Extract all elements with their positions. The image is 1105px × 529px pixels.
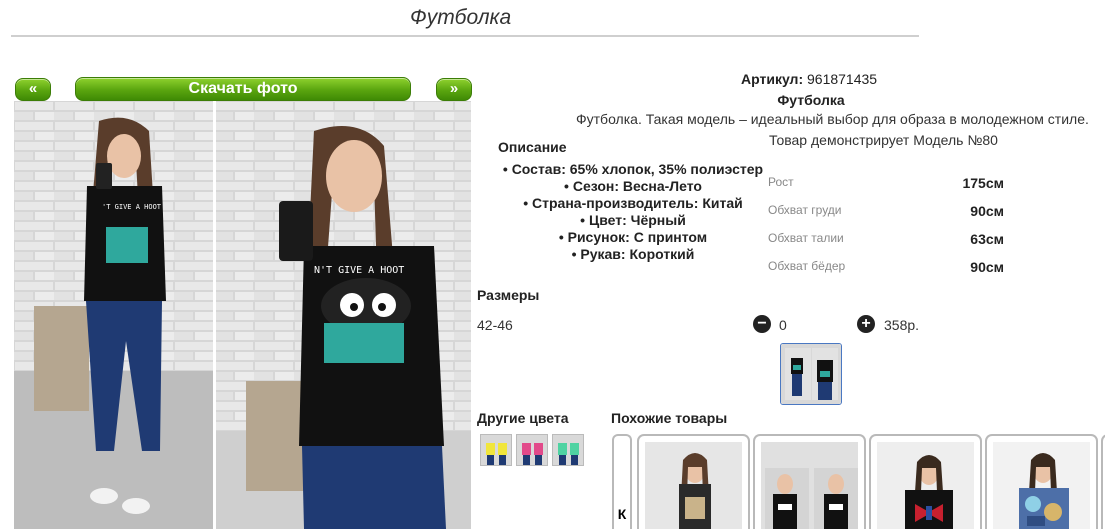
description-item: Цвет: Чёрный: [498, 212, 768, 229]
size-label: 42-46: [477, 317, 513, 333]
similar-product-card[interactable]: [869, 434, 982, 529]
page-title: Футболка: [410, 6, 512, 29]
model-note: Товар демонстрирует Модель №80: [769, 132, 998, 148]
color-swatch-yellow[interactable]: [480, 434, 512, 466]
article-value: 961871435: [807, 71, 878, 87]
measurement-value: 90см: [970, 203, 1004, 219]
measurement-value: 90см: [970, 259, 1004, 275]
tshirt-print-text-left: 'T GIVE A HOOT: [102, 203, 162, 211]
measurement-value: 63см: [970, 231, 1004, 247]
description-item: Сезон: Весна-Лето: [498, 178, 768, 195]
measurement-label: Обхват груди: [768, 203, 842, 217]
tshirt-print-text-right: N'T GIVE A HOOT: [314, 265, 404, 276]
similar-product-card[interactable]: [985, 434, 1098, 529]
measurement-chest: Обхват груди 90см: [768, 203, 1004, 223]
similar-product-card[interactable]: [753, 434, 866, 529]
other-colors-heading: Другие цвета: [477, 410, 569, 426]
next-photo-button[interactable]: »: [436, 78, 472, 101]
similar-products-heading: Похожие товары: [611, 410, 728, 426]
description-item: Состав: 65% хлопок, 35% полиэстер: [498, 161, 768, 178]
description-heading: Описание: [498, 139, 567, 155]
measurement-value: 175см: [962, 175, 1004, 191]
description-list: Состав: 65% хлопок, 35% полиэстер Сезон:…: [498, 161, 768, 263]
prev-photo-button[interactable]: «: [15, 78, 51, 101]
first-page-icon[interactable]: К: [612, 434, 632, 529]
similar-product-card-partial[interactable]: [1101, 434, 1105, 529]
color-swatch-mint[interactable]: [552, 434, 584, 466]
description-item: Страна-производитель: Китай: [498, 195, 768, 212]
product-description: Футболка. Такая модель – идеальный выбор…: [576, 111, 1089, 127]
product-thumbnail[interactable]: [780, 343, 842, 405]
measurement-hips: Обхват бёдер 90см: [768, 259, 1004, 279]
measurement-label: Рост: [768, 175, 794, 189]
measurement-label: Обхват бёдер: [768, 259, 846, 273]
article-number: Артикул: 961871435: [741, 71, 877, 87]
minus-circle-icon[interactable]: −: [753, 315, 771, 333]
description-item: Рисунок: С принтом: [498, 229, 768, 246]
title-divider: [11, 35, 919, 37]
product-photo[interactable]: 'T GIVE A HOOT N'T GIVE A HOOT: [14, 101, 471, 529]
measurement-height: Рост 175см: [768, 175, 1004, 195]
quantity-value: 0: [779, 317, 787, 333]
article-label: Артикул:: [741, 71, 804, 87]
price: 358р.: [884, 317, 920, 333]
product-name: Футболка: [777, 92, 845, 108]
color-swatch-pink[interactable]: [516, 434, 548, 466]
download-photo-button[interactable]: Скачать фото: [75, 77, 411, 101]
measurement-waist: Обхват талии 63см: [768, 231, 1004, 251]
similar-product-card[interactable]: [637, 434, 750, 529]
sizes-heading: Размеры: [477, 287, 540, 303]
description-item: Рукав: Короткий: [498, 246, 768, 263]
measurement-label: Обхват талии: [768, 231, 844, 245]
plus-circle-icon[interactable]: +: [857, 315, 875, 333]
